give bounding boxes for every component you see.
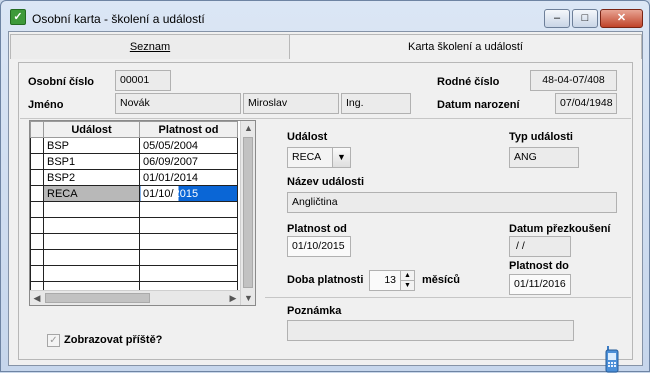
events-table: Událost Platnost od BSP 05/05/2004 BSP1 … (30, 121, 238, 298)
valid-from-cell[interactable]: 06/09/2007 (139, 153, 238, 170)
horizontal-scroll-thumb[interactable] (45, 293, 150, 303)
spinner-up-icon[interactable]: ▲ (401, 271, 414, 280)
event-cell[interactable]: BSP2 (43, 169, 140, 186)
birth-number-label: Rodné číslo (437, 76, 500, 88)
event-type-label: Typ události (509, 131, 573, 143)
retest-date-label: Datum přezkoušení (509, 223, 611, 235)
retest-date-field[interactable]: / / (509, 236, 571, 257)
event-name-field[interactable]: Angličtina (287, 192, 617, 213)
show-next-time-checkbox[interactable]: ✓ (47, 334, 60, 347)
tab-seznam[interactable]: Seznam (10, 34, 290, 59)
event-label: Událost (287, 131, 328, 143)
scroll-up-arrow-icon[interactable]: ▲ (241, 121, 255, 135)
close-button[interactable]: ✕ (600, 9, 643, 28)
event-select[interactable]: RECA ▼ (287, 147, 351, 168)
spinner-buttons[interactable]: ▲ ▼ (400, 271, 414, 290)
show-next-time-label: Zobrazovat příště? (64, 334, 163, 346)
empty-row[interactable] (30, 233, 238, 250)
valid-from-label: Platnost od (287, 223, 347, 235)
birth-date-label: Datum narození (437, 99, 520, 111)
row-indicator (30, 153, 44, 170)
table-row[interactable]: BSP2 01/01/2014 (30, 169, 238, 186)
table-row-selected[interactable]: RECA 01/10/2015 (30, 185, 238, 202)
note-field[interactable] (287, 320, 574, 341)
window-title: Osobní karta - školení a událostí (32, 12, 205, 26)
grid-header-row: Událost Platnost od (30, 121, 238, 138)
row-indicator (30, 185, 44, 202)
empty-row[interactable] (30, 217, 238, 234)
note-label: Poznámka (287, 305, 342, 317)
validity-period-spinner[interactable]: 13 ▲ ▼ (369, 270, 415, 291)
chevron-down-icon[interactable]: ▼ (332, 148, 350, 167)
event-cell[interactable]: BSP (43, 137, 140, 154)
table-row[interactable]: BSP 05/05/2004 (30, 137, 238, 154)
event-type-field[interactable]: ANG (509, 147, 579, 168)
column-header-event[interactable]: Událost (43, 121, 140, 138)
scroll-right-arrow-icon[interactable]: ▶ (226, 291, 240, 305)
grid-vertical-scrollbar[interactable]: ▲ ▼ (240, 121, 255, 305)
grid-horizontal-scrollbar[interactable]: ◀ ▶ (30, 290, 240, 305)
card-panel: Osobní číslo 00001 Rodné číslo 48-04-07/… (18, 62, 633, 373)
spinner-down-icon[interactable]: ▼ (401, 280, 414, 289)
valid-from-field[interactable]: 01/10/2015 (287, 236, 351, 257)
empty-row[interactable] (30, 249, 238, 266)
months-label: měsíců (422, 274, 460, 286)
mobile-phone-icon[interactable] (605, 346, 619, 373)
empty-row[interactable] (30, 201, 238, 218)
column-header-valid-from[interactable]: Platnost od (139, 121, 238, 138)
app-icon: ✓ (10, 9, 26, 25)
title-bar: ✓ Osobní karta - školení a událostí – □ … (1, 1, 649, 31)
minimize-button[interactable]: – (544, 9, 570, 28)
validity-period-label: Doba platnosti (287, 274, 364, 286)
header-separator (20, 118, 631, 119)
birth-number-field[interactable]: 48-04-07/408 (530, 70, 617, 91)
row-indicator (30, 169, 44, 186)
title-field[interactable]: Ing. (341, 93, 411, 114)
event-cell[interactable]: BSP1 (43, 153, 140, 170)
valid-to-field[interactable]: 01/11/2016 (509, 274, 571, 295)
scroll-left-arrow-icon[interactable]: ◀ (30, 291, 44, 305)
last-name-field[interactable]: Novák (115, 93, 241, 114)
empty-row[interactable] (30, 265, 238, 282)
table-row[interactable]: BSP1 06/09/2007 (30, 153, 238, 170)
personal-number-field[interactable]: 00001 (115, 70, 171, 91)
maximize-button[interactable]: □ (572, 9, 598, 28)
event-cell[interactable]: RECA (43, 185, 140, 202)
row-indicator (30, 137, 44, 154)
tab-karta-skoleni[interactable]: Karta školení a událostí (290, 34, 642, 59)
name-label: Jméno (28, 99, 64, 111)
personal-number-label: Osobní číslo (28, 76, 95, 88)
vertical-scroll-thumb[interactable] (243, 137, 253, 288)
scroll-down-arrow-icon[interactable]: ▼ (241, 291, 255, 305)
valid-from-cell[interactable]: 01/10/2015 (139, 185, 238, 202)
first-name-field[interactable]: Miroslav (243, 93, 339, 114)
validity-period-value: 13 (384, 274, 396, 286)
main-window: ✓ Osobní karta - školení a událostí – □ … (0, 0, 650, 373)
valid-from-cell[interactable]: 05/05/2004 (139, 137, 238, 154)
event-select-value: RECA (292, 151, 322, 163)
valid-from-cell[interactable]: 01/01/2014 (139, 169, 238, 186)
valid-from-text: 01/10/ (143, 187, 174, 200)
grid-corner-cell (30, 121, 44, 138)
valid-to-label: Platnost do (509, 260, 569, 272)
event-name-label: Název události (287, 176, 365, 188)
valid-from-selected-text: 2015 (173, 187, 199, 200)
birth-date-field[interactable]: 07/04/1948 (555, 93, 617, 114)
window-client-area: Seznam Karta školení a událostí Osobní č… (8, 31, 643, 373)
note-separator (265, 297, 631, 298)
events-grid: Událost Platnost od BSP 05/05/2004 BSP1 … (29, 120, 256, 306)
